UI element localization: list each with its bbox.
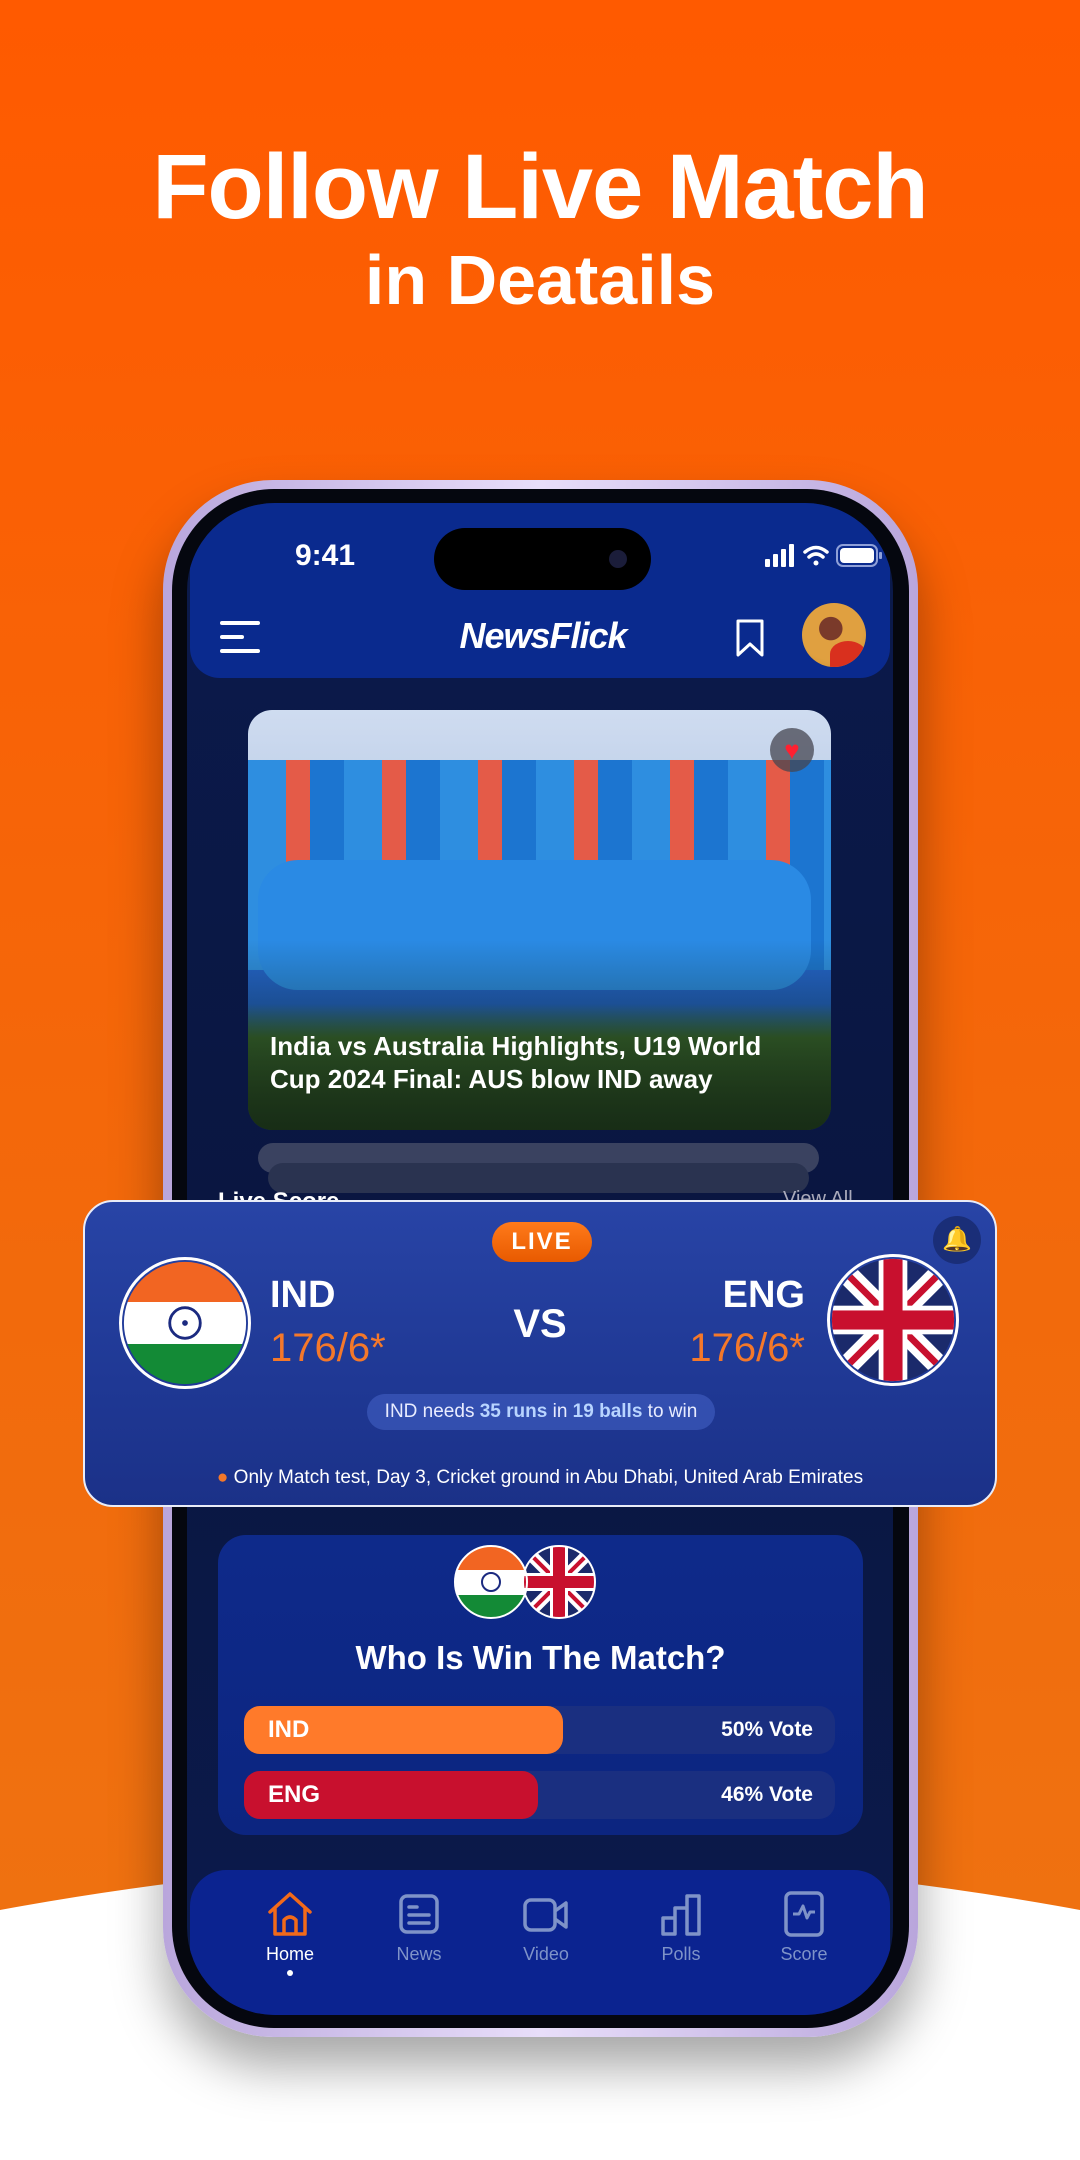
- team2-name: ENG: [722, 1274, 805, 1316]
- camera-icon: [609, 550, 627, 568]
- location-pin-icon: ●: [216, 1467, 229, 1488]
- poll-flags: [454, 1545, 596, 1619]
- nav-score[interactable]: Score: [754, 1890, 854, 1965]
- nav-news[interactable]: News: [369, 1890, 469, 1965]
- poll-option-label: IND: [268, 1716, 310, 1743]
- wifi-icon: [803, 545, 829, 566]
- poll-card: Who Is Win The Match? IND 50% Vote ENG 4…: [218, 1535, 863, 1835]
- match-location: ● Only Match test, Day 3, Cricket ground…: [216, 1467, 864, 1488]
- avatar[interactable]: [802, 603, 866, 667]
- poll-question: Who Is Win The Match?: [355, 1639, 726, 1676]
- hero-title: Follow Live Match: [152, 136, 928, 238]
- poll-option-label: ENG: [268, 1781, 321, 1808]
- uk-flag-icon: [827, 1254, 959, 1386]
- nav-home[interactable]: Home: [240, 1890, 340, 1976]
- poll-option-eng[interactable]: ENG 46% Vote: [244, 1771, 835, 1819]
- nav-video[interactable]: Video: [496, 1890, 596, 1965]
- match-equation: IND needs 35 runs in 19 balls to win: [367, 1394, 715, 1430]
- team2-score: 176/6*: [689, 1326, 805, 1370]
- signal-icon: [765, 544, 794, 567]
- bookmark-icon[interactable]: [735, 618, 765, 658]
- live-badge: LIVE: [492, 1222, 592, 1262]
- dynamic-island: [434, 528, 651, 590]
- status-icons: [765, 544, 882, 567]
- bottom-nav: Home News Video Polls Score: [190, 1870, 890, 2015]
- app-logo: NewsFlick: [459, 615, 627, 656]
- poll-vote-percent: 46% Vote: [721, 1783, 813, 1806]
- battery-icon: [836, 544, 882, 567]
- uk-flag-icon: [523, 1546, 595, 1618]
- status-time: 9:41: [295, 539, 356, 572]
- poll-option-ind[interactable]: IND 50% Vote: [244, 1706, 835, 1754]
- app-header: 9:41 NewsFlick: [190, 503, 890, 678]
- news-caption: India vs Australia Highlights, U19 World…: [270, 1031, 762, 1094]
- score-icon: [784, 1891, 824, 1937]
- video-icon: [523, 1898, 568, 1932]
- news-card[interactable]: India vs Australia Highlights, U19 World…: [248, 710, 831, 1130]
- poll-vote-percent: 50% Vote: [721, 1718, 813, 1741]
- active-indicator: [287, 1970, 293, 1976]
- polls-icon: [661, 1894, 701, 1936]
- hero-subtitle: in Deatails: [364, 241, 716, 319]
- card-stack-layer: [268, 1163, 809, 1193]
- live-match-card[interactable]: LIVE 🔔 IND 176/6* VS ENG 176/6* IND need…: [83, 1200, 997, 1507]
- news-icon: [399, 1894, 439, 1934]
- heart-icon[interactable]: ♥: [770, 728, 814, 772]
- bell-icon[interactable]: 🔔: [933, 1216, 981, 1264]
- nav-polls[interactable]: Polls: [631, 1890, 731, 1965]
- home-icon: [268, 1892, 312, 1936]
